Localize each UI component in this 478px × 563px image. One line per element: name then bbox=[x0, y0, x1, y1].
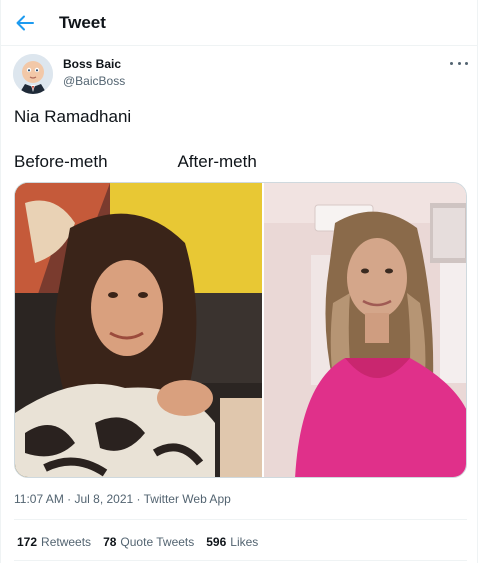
tweet-page: Tweet Boss Baic @BaicBoss Nia Ramadhani … bbox=[0, 0, 478, 563]
author-handle[interactable]: @BaicBoss bbox=[63, 74, 125, 88]
page-title: Tweet bbox=[59, 13, 106, 32]
more-options-icon[interactable] bbox=[450, 56, 468, 70]
quote-tweets-label: Quote Tweets bbox=[120, 535, 195, 549]
tweet-media[interactable] bbox=[14, 182, 467, 478]
likes-count: 596 bbox=[206, 535, 227, 549]
quote-tweets-stat[interactable]: 78 Quote Tweets bbox=[103, 535, 194, 549]
quote-tweets-count: 78 bbox=[103, 535, 117, 549]
arrow-left-icon bbox=[16, 15, 34, 31]
tweet-stats: 172 Retweets 78 Quote Tweets 596 Likes bbox=[17, 535, 258, 549]
divider bbox=[14, 560, 467, 561]
retweets-stat[interactable]: 172 Retweets bbox=[17, 535, 91, 549]
tweet-text-line-2: Before-meth After-meth bbox=[14, 152, 257, 171]
likes-stat[interactable]: 596 Likes bbox=[206, 535, 258, 549]
author-name[interactable]: Boss Baic bbox=[63, 57, 121, 71]
divider bbox=[14, 519, 467, 520]
back-button[interactable] bbox=[14, 12, 36, 34]
likes-label: Likes bbox=[230, 535, 259, 549]
retweets-label: Retweets bbox=[41, 535, 92, 549]
tweet-timestamp[interactable]: 11:07 AM · Jul 8, 2021 · Twitter Web App bbox=[14, 492, 231, 506]
avatar[interactable] bbox=[13, 54, 53, 94]
media-photo-collage bbox=[15, 183, 466, 477]
tweet-text-line-1: Nia Ramadhani bbox=[14, 107, 132, 126]
page-header: Tweet bbox=[1, 0, 477, 46]
retweets-count: 172 bbox=[17, 535, 38, 549]
